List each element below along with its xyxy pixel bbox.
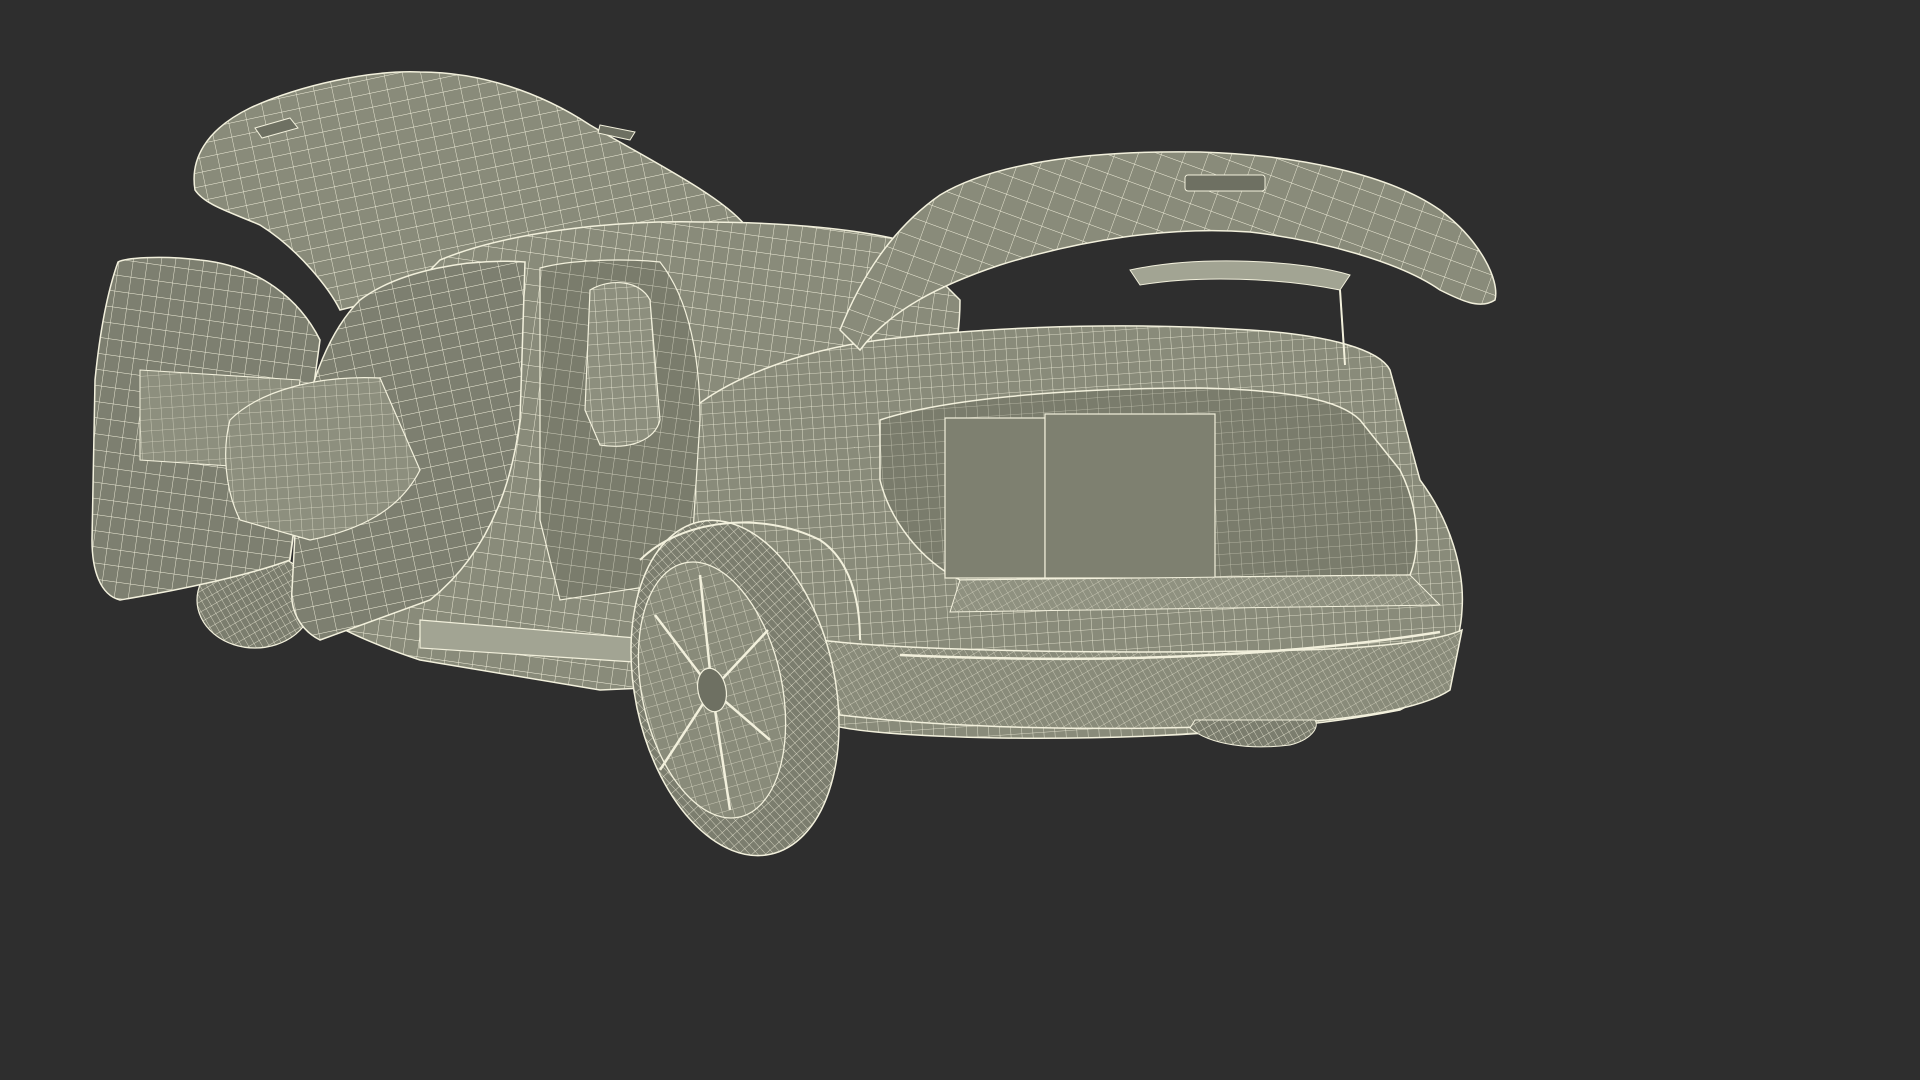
trunk-panel-right (1044, 413, 1216, 579)
trunk-panel-left (944, 417, 1046, 579)
trunk-opening (879, 387, 1442, 613)
car-wireframe-render (0, 0, 1568, 882)
tailgate-badge-slot (1184, 174, 1266, 192)
render-viewport (0, 0, 1568, 882)
